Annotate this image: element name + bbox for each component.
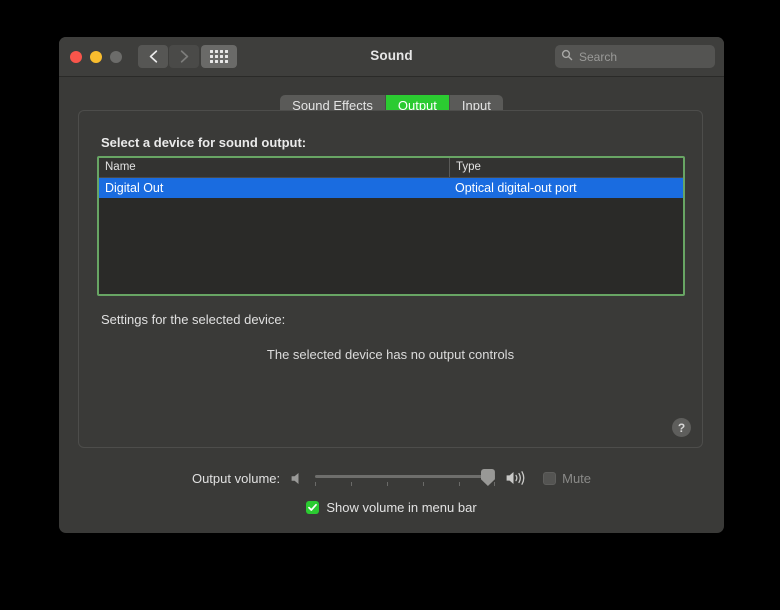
select-device-label: Select a device for sound output: <box>101 135 307 150</box>
table-row[interactable]: Digital Out Optical digital-out port <box>99 178 683 198</box>
search-field[interactable] <box>555 45 724 68</box>
mute-checkbox-group[interactable]: Mute <box>543 471 591 486</box>
speaker-high-icon <box>505 470 529 486</box>
output-volume-slider[interactable] <box>315 467 496 489</box>
window-titlebar[interactable]: Sound <box>59 37 724 77</box>
search-icon <box>561 48 577 66</box>
settings-for-device-label: Settings for the selected device: <box>101 312 286 327</box>
output-device-table[interactable]: Name Type Digital Out Optical digital-ou… <box>97 156 685 296</box>
device-type-cell: Optical digital-out port <box>455 181 577 195</box>
device-name-cell: Digital Out <box>105 181 164 195</box>
screen: Sound Sound Effects Output Input <box>0 0 780 610</box>
no-output-controls-message: The selected device has no output contro… <box>266 347 515 362</box>
column-header-name[interactable]: Name <box>99 158 449 177</box>
table-header-row: Name Type <box>99 158 683 178</box>
column-header-type[interactable]: Type <box>449 158 683 177</box>
mute-checkbox[interactable] <box>543 471 557 485</box>
show-volume-label: Show volume in menu bar <box>326 500 477 515</box>
slider-ticks <box>315 482 496 487</box>
sound-preferences-window: Sound Sound Effects Output Input <box>59 37 724 533</box>
output-volume-label: Output volume: <box>191 470 281 486</box>
speaker-low-icon <box>290 471 305 486</box>
output-settings-panel: Select a device for sound output: Name T… <box>78 110 703 448</box>
show-volume-checkbox[interactable] <box>306 501 320 514</box>
help-button[interactable]: ? <box>672 418 691 437</box>
search-input[interactable] <box>577 48 724 65</box>
show-volume-row[interactable]: Show volume in menu bar <box>59 500 724 515</box>
output-volume-row: Output volume: Mute <box>59 467 724 489</box>
slider-track[interactable] <box>315 475 496 478</box>
mute-label: Mute <box>562 470 592 486</box>
